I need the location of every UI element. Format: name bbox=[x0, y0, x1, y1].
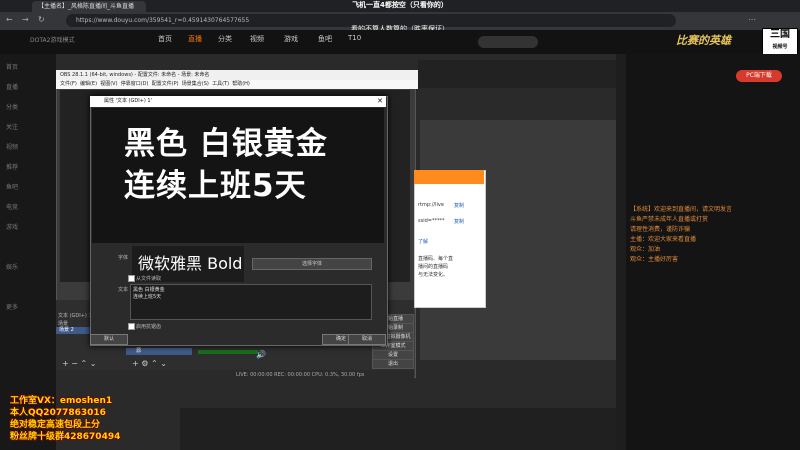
select-font-button[interactable]: 选择字体 bbox=[252, 258, 372, 270]
dialog-note: 与无法变化。 bbox=[418, 272, 449, 278]
close-icon[interactable]: ✕ bbox=[374, 96, 386, 107]
obs-status-bar: LIVE: 00:00:00 REC: 00:00:00 CPU: 0.3%, … bbox=[56, 370, 414, 380]
dialog-note: 播间的直播码 bbox=[418, 264, 449, 270]
text-input[interactable]: 黑色 白银黄金 连续上班5天 bbox=[130, 284, 372, 320]
obs-title-bar: OBS 28.1.1 (64-bit, windows) - 配置文件: 未命名… bbox=[56, 70, 418, 80]
source-controls-icon[interactable]: + ⚙ ⌃ ⌄ bbox=[132, 359, 167, 368]
chat-message: 请理性消费，谨防诈骗 bbox=[630, 226, 691, 233]
menu-item[interactable]: 场景集合(S) bbox=[182, 81, 209, 87]
exit-button[interactable]: 退出 bbox=[372, 359, 414, 369]
stream-key-dialog-header bbox=[414, 170, 484, 184]
room-toolbar bbox=[418, 60, 616, 88]
menu-item[interactable]: 文件(F) bbox=[60, 81, 77, 87]
antialias-checkbox[interactable] bbox=[128, 323, 135, 330]
chat-message: 观众：加油 bbox=[630, 246, 661, 253]
menu-item[interactable]: 帮助(H) bbox=[232, 81, 250, 87]
nav-t10[interactable]: T10 bbox=[348, 34, 361, 42]
sidebar-item[interactable]: 视频 bbox=[6, 142, 18, 151]
sidebar-item[interactable]: 关注 bbox=[6, 122, 18, 131]
sidebar-item[interactable]: 鱼吧 bbox=[6, 182, 18, 191]
server-url: rtmp://live bbox=[418, 202, 444, 208]
chat-message: 斗鱼严禁未成年人直播或打赏 bbox=[630, 216, 709, 223]
add-icon[interactable]: + − ⌃ ⌄ bbox=[62, 359, 96, 368]
menu-item[interactable]: 编辑(E) bbox=[80, 81, 97, 87]
chat-list: 【系统】欢迎来到直播间，请文明发言 斗鱼严禁未成年人直播或打赏 请理性消费，谨防… bbox=[630, 205, 790, 325]
preview-line: 连续上班5天 bbox=[124, 168, 307, 204]
sidebar-item[interactable]: 游戏 bbox=[6, 222, 18, 231]
search-input[interactable] bbox=[478, 36, 538, 48]
read-from-file-checkbox[interactable] bbox=[128, 275, 135, 282]
sidebar-item[interactable]: 首页 bbox=[6, 62, 18, 71]
sidebar-item[interactable]: 电竞 bbox=[6, 202, 18, 211]
dialog-note: 直播码、每个直 bbox=[418, 256, 454, 262]
nav-category[interactable]: 分类 bbox=[218, 34, 232, 44]
refresh-icon[interactable]: ↻ bbox=[38, 15, 45, 24]
chat-message: 主播：欢迎大家来看直播 bbox=[630, 236, 697, 243]
sidebar-item[interactable]: 娱乐 bbox=[6, 262, 18, 271]
menu-item[interactable]: 停靠窗口(D) bbox=[121, 81, 149, 87]
menu-item[interactable]: 视图(V) bbox=[100, 81, 117, 87]
menu-item[interactable]: 工具(T) bbox=[212, 81, 229, 87]
nav-home[interactable]: 首页 bbox=[158, 34, 172, 44]
chat-message: 观众：主播好厉害 bbox=[630, 256, 679, 263]
copy-link[interactable]: 复制 bbox=[454, 202, 464, 209]
obs-menubar: 文件(F) 编辑(E) 视图(V) 停靠窗口(D) 配置文件(P) 场景集合(S… bbox=[56, 80, 418, 89]
scenes-label: 场景 bbox=[58, 321, 69, 327]
site-logo[interactable]: DOTA2游戏模式 bbox=[30, 35, 74, 44]
sidebar-item[interactable]: 分类 bbox=[6, 102, 18, 111]
read-from-file-label: 从文件读取 bbox=[136, 276, 162, 282]
nav-video[interactable]: 视频 bbox=[250, 34, 264, 44]
gift-bar bbox=[180, 408, 616, 450]
preview-line: 黑色 白银黄金 bbox=[124, 126, 328, 162]
defaults-button[interactable]: 默认 bbox=[90, 334, 128, 345]
antialias-label: 启用抗锯齿 bbox=[136, 324, 162, 330]
menu-icon[interactable]: ⋯ bbox=[748, 15, 756, 24]
watermark-line: 粉丝牌十级群428670494 bbox=[10, 432, 121, 442]
left-sidebar bbox=[0, 54, 56, 450]
overlay-banner: 飞机一直4都按空（只看你的） bbox=[352, 1, 448, 9]
nav-fishbar[interactable]: 鱼吧 bbox=[318, 34, 332, 44]
dialog-title: 属性 '文本 (GDI+) 1' bbox=[90, 96, 386, 107]
brand-banner: 比赛的英雄 bbox=[676, 34, 731, 47]
badge-sub: 视频号 bbox=[772, 44, 788, 50]
copy-link[interactable]: 复制 bbox=[454, 218, 464, 225]
volume-icon[interactable]: 🔊 bbox=[256, 350, 266, 359]
cancel-button[interactable]: 取消 bbox=[348, 334, 386, 345]
scenes-label: 文本 (GDI+) 1 bbox=[58, 313, 92, 319]
chat-message: 【系统】欢迎来到直播间，请文明发言 bbox=[630, 206, 733, 213]
font-label: 字体 bbox=[118, 255, 129, 261]
learn-link[interactable]: 了解 bbox=[418, 238, 428, 245]
sidebar-item[interactable]: 推荐 bbox=[6, 162, 18, 171]
audio-meter bbox=[198, 350, 258, 354]
pc-download-button[interactable]: PC端下载 bbox=[736, 70, 782, 82]
sidebar-item[interactable]: 更多 bbox=[6, 302, 18, 311]
browser-tab[interactable]: 【主播名】_风格陈直播间_斗鱼直播 bbox=[32, 1, 146, 12]
menu-item[interactable]: 配置文件(P) bbox=[152, 81, 179, 87]
forward-icon[interactable]: → bbox=[22, 15, 29, 24]
stream-key: ssid=***** bbox=[418, 218, 445, 224]
nav-live[interactable]: 直播 bbox=[188, 34, 202, 44]
badge-text: 三国 bbox=[770, 29, 790, 40]
sidebar-item[interactable]: 直播 bbox=[6, 82, 18, 91]
nav-game[interactable]: 游戏 bbox=[284, 34, 298, 44]
text-label: 文本 bbox=[118, 287, 129, 293]
back-icon[interactable]: ← bbox=[6, 15, 13, 24]
source-item[interactable]: 源 bbox=[126, 348, 192, 355]
